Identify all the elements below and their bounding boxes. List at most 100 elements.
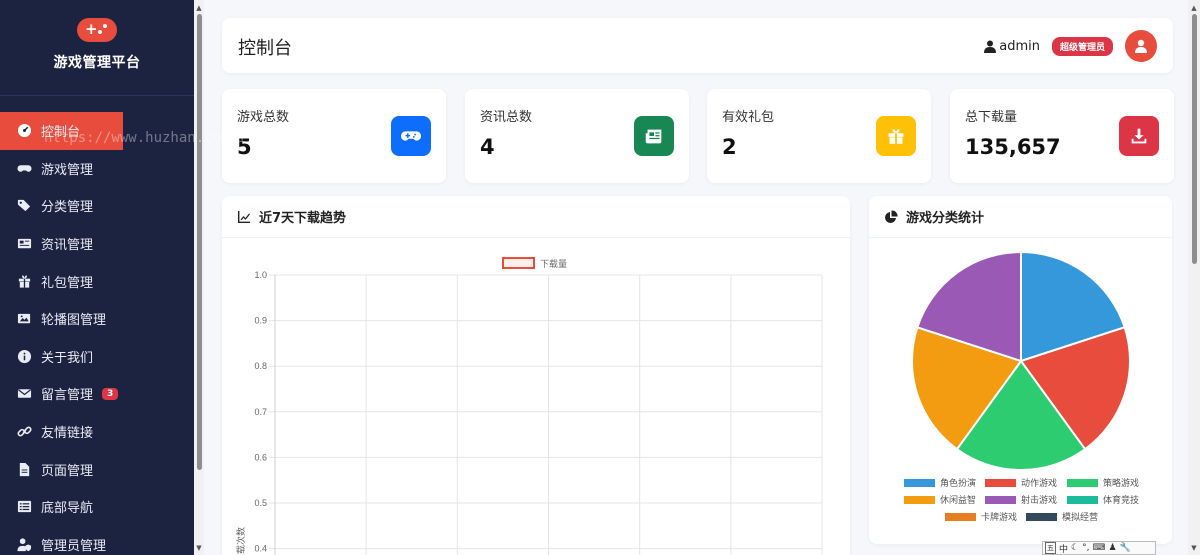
list-icon (17, 501, 32, 513)
user-icon (1135, 39, 1147, 53)
legend-label: 射击游戏 (1021, 494, 1057, 505)
sidebar-item[interactable]: 轮播图管理 (0, 300, 194, 338)
y-axis-label: 下载次数 (235, 527, 246, 555)
sidebar-item-label: 分类管理 (41, 200, 94, 216)
file-icon (19, 462, 30, 476)
legend-label: 动作游戏 (1021, 477, 1057, 488)
pie-chart[interactable]: 角色扮演 动作游戏 策略游戏休闲益智 射击游戏 体育竞技卡牌游戏 模拟经营 (869, 238, 1172, 544)
stat-card-gifts: 有效礼包 2 (707, 89, 931, 183)
keyboard-icon[interactable]: ⌨ (1092, 543, 1105, 553)
brand[interactable]: + 游戏管理平台 (0, 0, 194, 96)
user-icon[interactable]: ♟ (1108, 543, 1116, 553)
line-chart[interactable]: 下载量 1.0 0.9 0.8 0.7 0.6 0.5 0.4 下载次数 (222, 238, 850, 555)
download-icon (1119, 116, 1159, 156)
sidebar-item[interactable]: 底部导航 (0, 488, 194, 526)
sidebar-item[interactable]: 友情链接 (0, 413, 194, 451)
panel-title: 近7天下载趋势 (259, 211, 347, 226)
gift-icon (18, 275, 31, 288)
info-icon (17, 349, 32, 363)
sidebar-scrollbar[interactable]: ▲ ▼ (194, 0, 204, 555)
chart-line-icon (238, 210, 250, 223)
wrench-icon[interactable]: 🔧 (1120, 543, 1131, 553)
sidebar-item-label: 资讯管理 (41, 238, 94, 254)
role-badge: 超级管理员 (1051, 36, 1113, 56)
legend-label: 体育竞技 (1103, 494, 1139, 505)
legend-label: 休闲益智 (940, 494, 976, 505)
sidebar-item[interactable]: 控制台 (0, 112, 123, 150)
y-tick-label: 0.7 (254, 407, 267, 417)
legend-label: 卡牌游戏 (981, 511, 1017, 522)
sidebar-item-label: 轮播图管理 (41, 313, 107, 329)
scroll-down-arrow[interactable]: ▼ (1188, 544, 1200, 552)
panel-header: 游戏分类统计 (869, 196, 1172, 238)
message-count-badge: 3 (102, 387, 119, 400)
gift-icon (876, 116, 916, 156)
gamepad-icon (17, 165, 32, 172)
sidebar-item[interactable]: 游戏管理 (0, 150, 194, 188)
y-tick-label: 0.8 (254, 361, 267, 371)
scroll-down-arrow[interactable]: ▼ (194, 544, 204, 552)
link-icon (17, 426, 32, 437)
y-tick-label: 1.0 (254, 270, 267, 280)
sidebar-item[interactable]: 资讯管理 (0, 225, 194, 263)
stat-value: 5 (237, 135, 252, 159)
sidebar-item[interactable]: 留言管理 3 (0, 375, 194, 413)
punctuation-icon[interactable]: °, (1082, 543, 1089, 553)
sidebar-item-label: 礼包管理 (41, 275, 94, 291)
legend-swatch (502, 257, 535, 269)
y-tick-label: 0.5 (254, 498, 267, 508)
sidebar-item[interactable]: 分类管理 (0, 187, 194, 225)
sidebar-item-label: 管理员管理 (41, 538, 107, 554)
stat-value: 135,657 (965, 135, 1061, 159)
sidebar-item[interactable]: 礼包管理 (0, 262, 194, 300)
tags-icon (17, 200, 31, 212)
sidebar: + 游戏管理平台 控制台 游戏管理 分类管理 资讯管理 礼包管理 轮播图管理 关于我们 留言管… (0, 0, 194, 555)
legend-swatch (1067, 496, 1098, 504)
legend-label: 模拟经营 (1062, 511, 1098, 522)
avatar[interactable] (1125, 30, 1157, 62)
moon-icon[interactable]: ☾ (1071, 543, 1079, 553)
ime-language-label[interactable]: 中 (1059, 542, 1068, 555)
legend-label: 策略游戏 (1103, 477, 1139, 488)
scroll-up-arrow[interactable]: ▲ (1188, 4, 1200, 12)
newspaper-icon (17, 238, 32, 249)
scroll-up-arrow[interactable]: ▲ (194, 4, 204, 12)
legend-swatch (945, 513, 976, 521)
panel-header: 近7天下载趋势 (222, 196, 850, 238)
sidebar-item[interactable]: 管理员管理 (0, 526, 194, 555)
user-area: admin 超级管理员 (984, 30, 1157, 62)
sidebar-item-label: 游戏管理 (41, 162, 94, 178)
legend-swatch (985, 479, 1016, 487)
sidebar-menu: 控制台游戏管理分类管理资讯管理礼包管理轮播图管理关于我们留言管理 3 友情链接 页面管… (0, 112, 194, 555)
sidebar-item-label: 留言管理 (41, 388, 94, 404)
download-trend-panel: 近7天下载趋势 下载量 1.0 0.9 0.8 0.7 0.6 0.5 0.4 下载次数 (222, 196, 850, 555)
page-title: 控制台 (238, 38, 292, 59)
username[interactable]: admin (999, 39, 1040, 54)
sidebar-item[interactable]: 关于我们 (0, 338, 194, 376)
gamepad-icon: + (77, 17, 117, 42)
legend-label: 下载量 (540, 258, 567, 269)
user-shield-icon (17, 538, 32, 551)
ime-toolbar[interactable]: 五 中 ☾ °, ⌨ ♟ 🔧 (1042, 541, 1156, 555)
stat-value: 4 (480, 135, 495, 159)
page-header: 控制台 admin 超级管理员 (222, 18, 1173, 73)
stat-value: 2 (722, 135, 737, 159)
sidebar-scroll-thumb[interactable] (197, 14, 202, 470)
brand-title: 游戏管理平台 (53, 54, 141, 71)
ime-mode-icon[interactable]: 五 (1045, 542, 1056, 554)
page-scroll-thumb[interactable] (1192, 14, 1197, 264)
legend-swatch (1067, 479, 1098, 487)
legend-swatch (985, 496, 1016, 504)
tachometer-icon (17, 124, 32, 138)
legend-swatch (904, 479, 935, 487)
stat-label: 总下载量 (965, 110, 1018, 125)
legend-swatch (1026, 513, 1057, 521)
page-scrollbar[interactable]: ▲ ▼ (1188, 0, 1200, 555)
sidebar-item[interactable]: 页面管理 (0, 450, 194, 488)
legend-swatch (904, 496, 935, 504)
sidebar-item-label: 底部导航 (41, 501, 94, 517)
images-icon (17, 314, 31, 324)
y-tick-label: 0.6 (254, 452, 267, 462)
stat-label: 资讯总数 (480, 110, 533, 125)
envelope-icon (17, 389, 32, 399)
